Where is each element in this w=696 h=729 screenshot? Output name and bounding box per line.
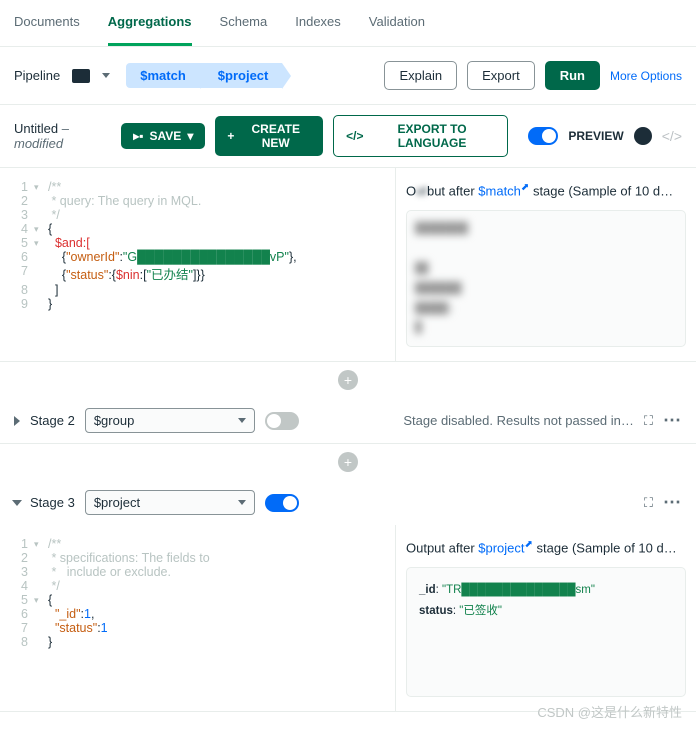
tab-schema[interactable]: Schema <box>220 0 268 46</box>
save-button[interactable]: ▸▪SAVE▾ <box>121 123 205 149</box>
add-stage-1: + <box>0 362 696 398</box>
caret-down-icon <box>238 418 246 423</box>
stage2-menu[interactable]: ⋯ <box>663 410 682 431</box>
stage3-label: Stage 3 <box>30 495 75 510</box>
stage1-editor[interactable]: 1▾/** 2 * query: The query in MQL. 3 */ … <box>0 168 395 361</box>
plus-icon: + <box>227 129 234 143</box>
create-new-button[interactable]: +CREATE NEW <box>215 116 323 156</box>
stage3-editor[interactable]: 1▾/** 2 * specifications: The fields to … <box>0 525 395 711</box>
add-stage-2: + <box>0 444 696 480</box>
preview-toggle[interactable] <box>528 127 559 145</box>
expand-icon[interactable]: ⛶ <box>644 495 653 511</box>
caret-down-icon <box>238 500 246 505</box>
tab-validation[interactable]: Validation <box>369 0 425 46</box>
stage3-output-doc[interactable]: _id: "TR██████████████sm" status: "已签收" <box>406 567 686 697</box>
chevron-right-icon[interactable] <box>14 416 20 426</box>
stage3-toggle[interactable] <box>265 494 299 512</box>
tab-documents[interactable]: Documents <box>14 0 80 46</box>
chevron-down-icon[interactable] <box>12 500 22 506</box>
chip-project[interactable]: $project <box>200 63 283 88</box>
stage2-operator-select[interactable]: $group <box>85 408 255 433</box>
add-stage-button[interactable]: + <box>338 370 358 390</box>
explain-button[interactable]: Explain <box>384 61 457 90</box>
pipeline-label: Pipeline <box>14 68 60 83</box>
external-link-icon[interactable]: ⬈ <box>525 539 533 550</box>
stage-2-group: Stage 2 $group Stage disabled. Results n… <box>0 398 696 444</box>
stage3-operator-select[interactable]: $project <box>85 490 255 515</box>
stage3-output-header: Output after $project⬈ stage (Sample of … <box>406 539 686 555</box>
folder-caret-icon[interactable] <box>102 73 110 78</box>
stage2-label: Stage 2 <box>30 413 75 428</box>
tab-indexes[interactable]: Indexes <box>295 0 341 46</box>
save-icon: ▸▪ <box>133 129 143 143</box>
stage3-output: Output after $project⬈ stage (Sample of … <box>395 525 696 711</box>
secondary-toolbar: Untitled – modified ▸▪SAVE▾ +CREATE NEW … <box>0 105 696 168</box>
stage-3-project: Stage 3 $project ⛶ ⋯ 1▾/** 2 * specifica… <box>0 480 696 712</box>
stage1-output-header: Outbut after $match⬈ stage (Sample of 10… <box>406 182 686 198</box>
chip-match[interactable]: $match <box>126 63 200 88</box>
stage-breadcrumb: $match $project <box>126 63 282 88</box>
pipeline-toolbar: Pipeline $match $project Explain Export … <box>0 47 696 105</box>
stage3-menu[interactable]: ⋯ <box>663 492 682 513</box>
stage-1-match: 1▾/** 2 * query: The query in MQL. 3 */ … <box>0 168 696 362</box>
expand-icon[interactable]: ⛶ <box>644 413 653 429</box>
export-button[interactable]: Export <box>467 61 535 90</box>
preview-label: PREVIEW <box>568 129 623 143</box>
tab-aggregations[interactable]: Aggregations <box>108 0 192 46</box>
watermark: CSDN @这是什么新特性 <box>537 702 682 721</box>
stage1-output: Outbut after $match⬈ stage (Sample of 10… <box>395 168 696 361</box>
code-icon: </> <box>346 129 363 143</box>
external-link-icon[interactable]: ⬈ <box>521 182 529 193</box>
run-button[interactable]: Run <box>545 61 600 90</box>
view-code-icon[interactable]: </> <box>662 128 682 144</box>
stage2-toggle[interactable] <box>265 412 299 430</box>
pipeline-name: Untitled – modified <box>14 121 111 151</box>
tabs-bar: Documents Aggregations Schema Indexes Va… <box>0 0 696 47</box>
stage2-disabled-msg: Stage disabled. Results not passed in… <box>403 413 634 428</box>
export-language-button[interactable]: </>EXPORT TO LANGUAGE <box>333 115 508 157</box>
more-options-link[interactable]: More Options <box>610 69 682 83</box>
add-stage-button[interactable]: + <box>338 452 358 472</box>
view-mode-pill[interactable] <box>634 127 652 145</box>
stage1-output-doc[interactable]: ██████████████████████:█ <box>406 210 686 347</box>
caret-down-icon: ▾ <box>187 129 193 143</box>
folder-icon[interactable] <box>72 69 90 83</box>
